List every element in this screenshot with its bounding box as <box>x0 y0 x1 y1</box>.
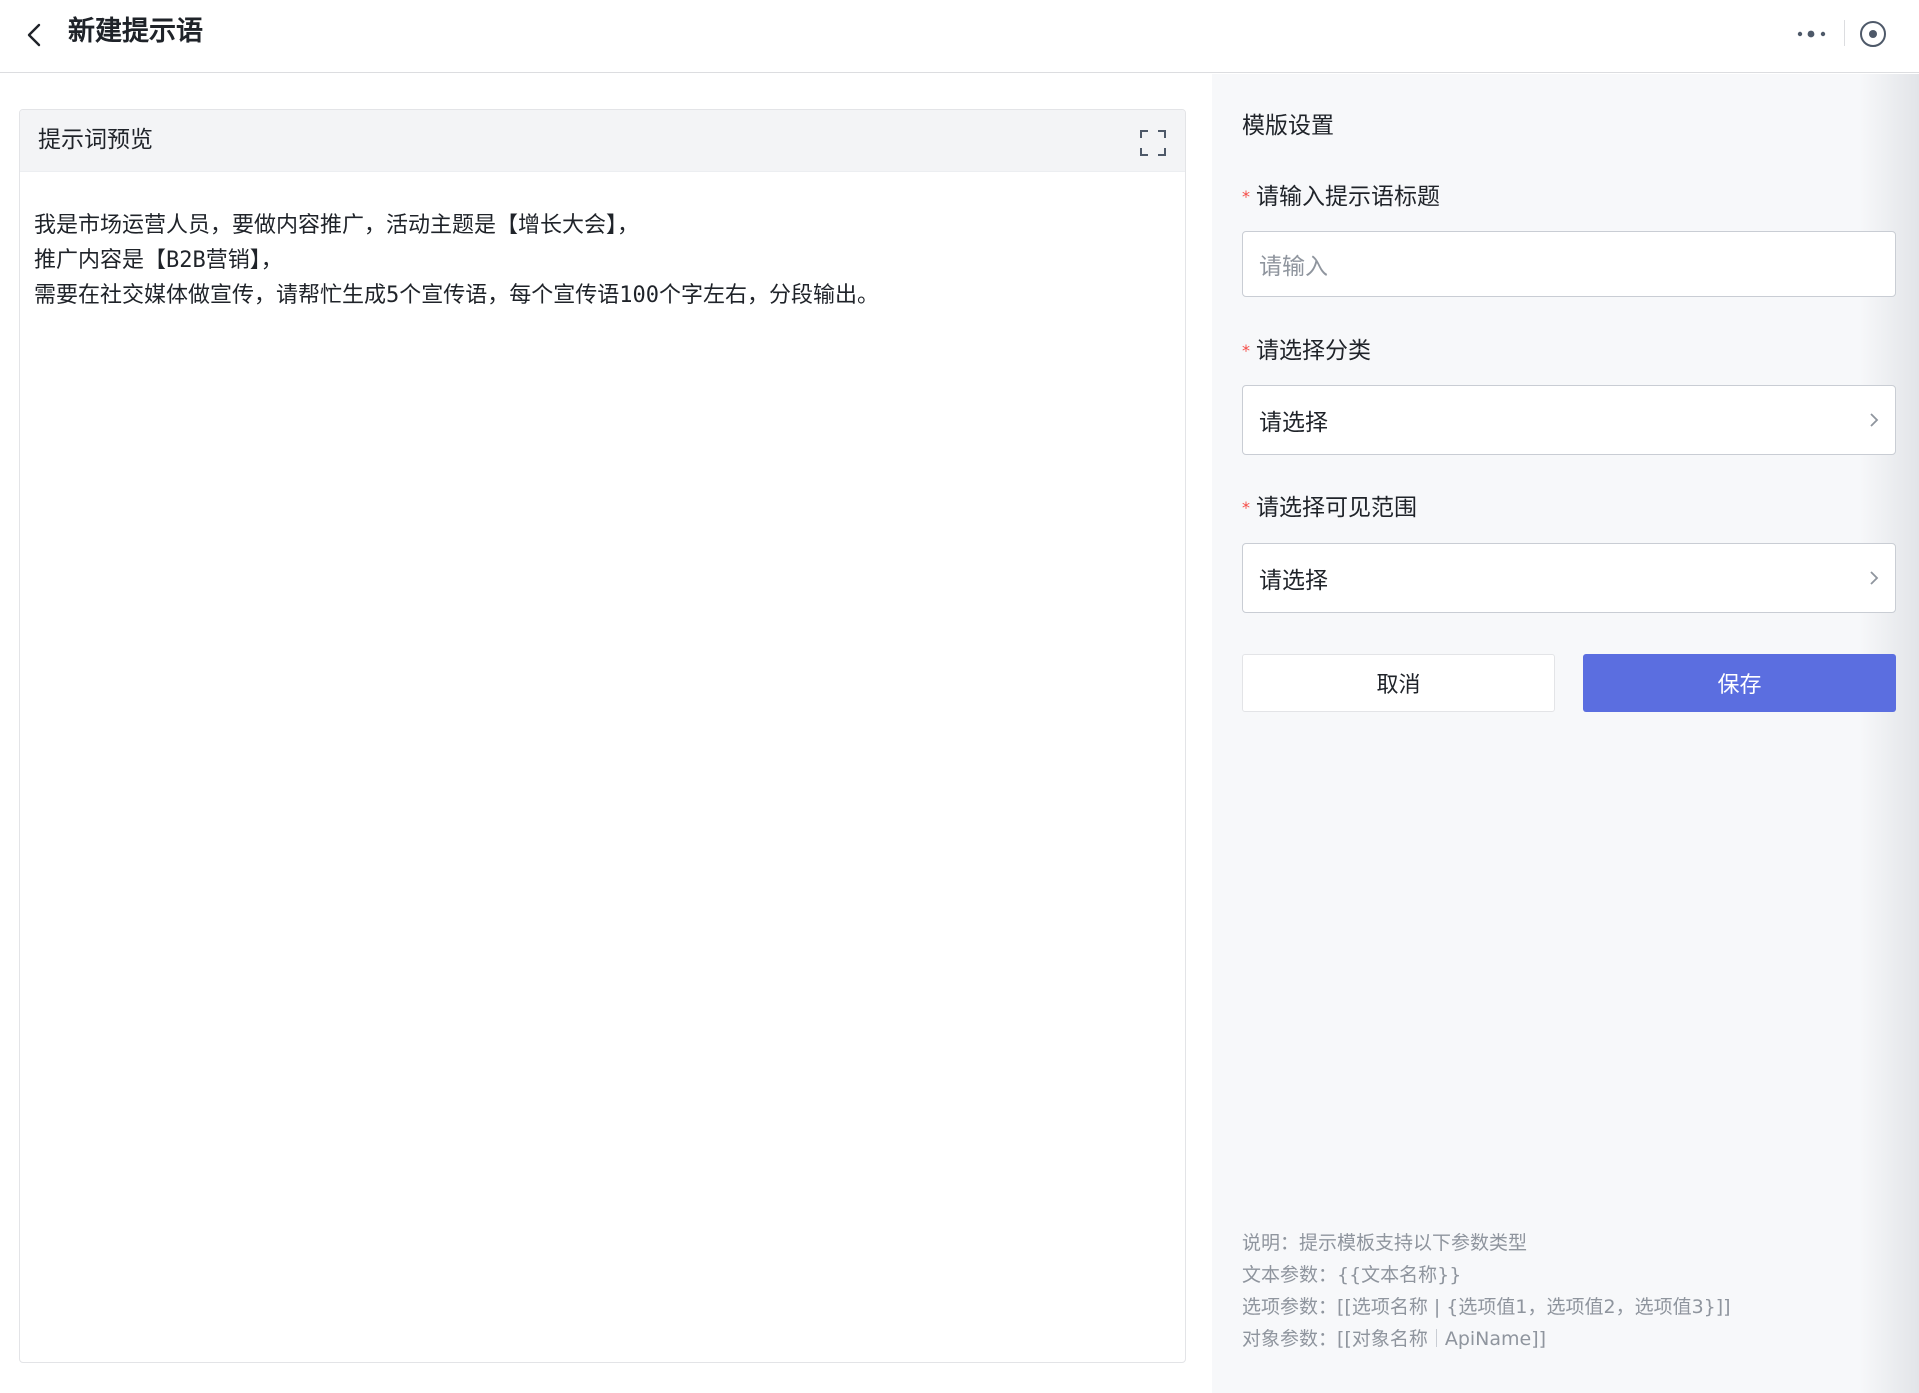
note-line: 选项参数：[[选项名称 | {选项值1，选项值2，选项值3}]] <box>1242 1296 1731 1318</box>
note-text: 对象参数：[[对象名称 <box>1242 1328 1428 1350</box>
required-mark: * <box>1242 187 1250 206</box>
preview-area: 提示词预览 我是市场运营人员，要做内容推广，活动主题是【增长大会】， 推广内容是… <box>0 74 1212 1393</box>
preview-header: 提示词预览 <box>20 110 1185 172</box>
preview-content: 我是市场运营人员，要做内容推广，活动主题是【增长大会】， 推广内容是【B2B营销… <box>20 172 1185 313</box>
scope-select[interactable]: 请选择 <box>1242 543 1896 613</box>
note-line: 说明：提示模板支持以下参数类型 <box>1242 1232 1528 1254</box>
more-dots-icon <box>1797 30 1826 38</box>
fullscreen-icon <box>1140 130 1166 156</box>
chevron-right-icon <box>1870 571 1879 585</box>
note-line: 对象参数：[[对象名称 ApiName]] <box>1242 1323 1731 1355</box>
close-target-button[interactable] <box>1856 17 1890 51</box>
title-input-placeholder: 请输入 <box>1259 254 1328 280</box>
top-bar: 新建提示语 <box>0 0 1919 73</box>
preview-card: 提示词预览 我是市场运营人员，要做内容推广，活动主题是【增长大会】， 推广内容是… <box>19 109 1186 1363</box>
preview-line: 推广内容是【B2B营销】， <box>34 248 283 273</box>
chevron-right-icon <box>1870 413 1879 427</box>
header-divider <box>1844 20 1845 46</box>
title-label-text: 请输入提示语标题 <box>1256 184 1440 210</box>
scope-select-value: 请选择 <box>1259 568 1328 594</box>
required-mark: * <box>1242 498 1250 517</box>
category-select[interactable]: 请选择 <box>1242 385 1896 455</box>
preview-line: 我是市场运营人员，要做内容推广，活动主题是【增长大会】， <box>34 213 640 238</box>
settings-title: 模版设置 <box>1242 113 1334 139</box>
category-label-text: 请选择分类 <box>1256 338 1371 364</box>
note-text: ApiName]] <box>1444 1328 1547 1350</box>
category-select-value: 请选择 <box>1259 410 1328 436</box>
required-mark: * <box>1242 341 1250 360</box>
category-field-label: * 请选择分类 <box>1242 335 1371 367</box>
more-button[interactable] <box>1794 20 1830 48</box>
separator <box>1435 1329 1437 1347</box>
preview-line: 需要在社交媒体做宣传，请帮忙生成5个宣传语，每个宣传语100个字左右，分段输出。 <box>34 283 879 308</box>
app-root: 新建提示语 提示词预览 我是市场运营人员，要做内容推广，活动主题是【增长大会】，… <box>0 0 1919 1393</box>
title-field-label: * 请输入提示语标题 <box>1242 181 1440 213</box>
page-title: 新建提示语 <box>68 16 203 47</box>
cancel-button[interactable]: 取消 <box>1242 654 1555 712</box>
param-notes: 说明：提示模板支持以下参数类型 文本参数：{{文本名称}} 选项参数：[[选项名… <box>1242 1227 1731 1355</box>
settings-panel: 模版设置 * 请输入提示语标题 请输入 * 请选择分类 请选择 * 请选择可见范围 请… <box>1212 74 1919 1393</box>
scope-label-text: 请选择可见范围 <box>1256 495 1417 521</box>
target-circle-icon <box>1860 21 1886 47</box>
note-line: 文本参数：{{文本名称}} <box>1242 1264 1462 1286</box>
save-button[interactable]: 保存 <box>1583 654 1896 712</box>
back-button[interactable] <box>18 18 52 52</box>
chevron-left-icon <box>27 23 41 47</box>
preview-title: 提示词预览 <box>38 127 153 153</box>
expand-button[interactable] <box>1139 129 1167 157</box>
title-input[interactable]: 请输入 <box>1242 231 1896 297</box>
scope-field-label: * 请选择可见范围 <box>1242 492 1417 524</box>
